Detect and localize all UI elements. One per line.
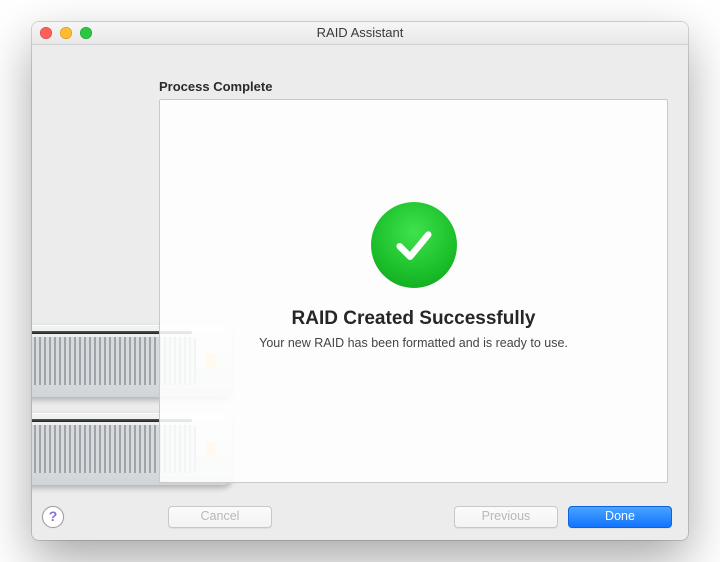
help-button[interactable]: ? [42, 506, 64, 528]
zoom-window-button[interactable] [80, 27, 92, 39]
cancel-button: Cancel [168, 506, 272, 528]
window-body: Process Complete RAID Created Successful… [32, 45, 688, 540]
assistant-window: RAID Assistant Process Complete RAID Cre… [32, 22, 688, 540]
titlebar: RAID Assistant [32, 22, 688, 45]
minimize-window-button[interactable] [60, 27, 72, 39]
done-button[interactable]: Done [568, 506, 672, 528]
window-controls [40, 27, 92, 39]
success-check-icon [371, 202, 457, 288]
result-subtitle: Your new RAID has been formatted and is … [259, 336, 568, 350]
close-window-button[interactable] [40, 27, 52, 39]
result-title: RAID Created Successfully [292, 308, 536, 330]
result-panel: RAID Created Successfully Your new RAID … [159, 99, 668, 483]
step-heading: Process Complete [159, 79, 272, 94]
previous-button: Previous [454, 506, 558, 528]
footer: ? Cancel Previous Done [32, 493, 688, 540]
window-title: RAID Assistant [317, 25, 404, 40]
